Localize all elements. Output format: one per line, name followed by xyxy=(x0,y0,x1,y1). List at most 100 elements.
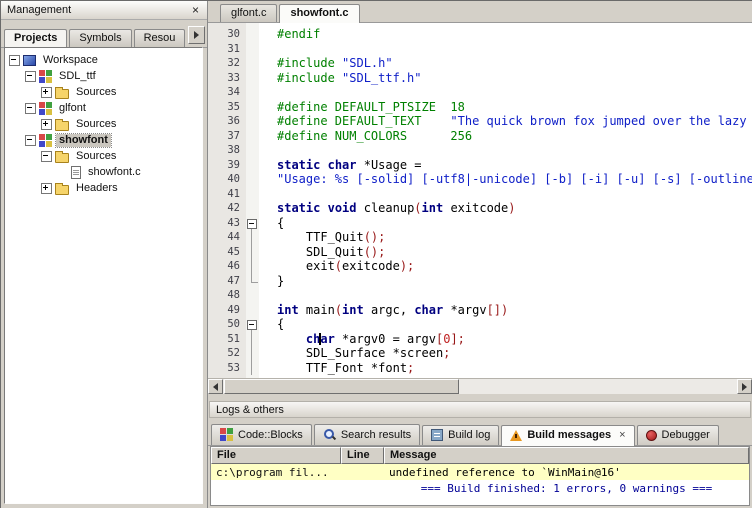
fold-margin xyxy=(246,143,259,158)
tree-item-headers[interactable]: Headers xyxy=(5,180,202,196)
tab-scroll-right-button[interactable] xyxy=(188,26,205,44)
fold-margin xyxy=(246,27,259,42)
management-tab-projects[interactable]: Projects xyxy=(4,29,68,47)
arrow-left-icon xyxy=(209,382,218,391)
fold-collapse-icon[interactable] xyxy=(246,317,259,332)
line-number: 44 xyxy=(227,231,240,243)
tree-item-glfont[interactable]: glfont xyxy=(5,100,202,116)
code-line-48[interactable]: 48 xyxy=(208,288,752,303)
editor-tab-glfont-c[interactable]: glfont.c xyxy=(220,4,278,22)
column-header-file[interactable]: File xyxy=(211,447,341,464)
management-titlebar[interactable]: Management × xyxy=(1,1,207,20)
tree-item-label[interactable]: glfont xyxy=(56,102,89,115)
code-line-42[interactable]: 42 static void cleanup(int exitcode) xyxy=(208,201,752,216)
code-line-36[interactable]: 36 #define DEFAULT_TEXT "The quick brown … xyxy=(208,114,752,129)
column-header-line[interactable]: Line xyxy=(341,447,384,464)
scroll-left-button[interactable] xyxy=(208,379,223,394)
code-line-33[interactable]: 33 #include "SDL_ttf.h" xyxy=(208,71,752,86)
code-line-31[interactable]: 31 xyxy=(208,42,752,57)
code-line-40[interactable]: 40 "Usage: %s [-solid] [-utf8|-unicode] [… xyxy=(208,172,752,187)
fold-margin xyxy=(246,172,259,187)
code-line-43[interactable]: 43 { xyxy=(208,215,752,230)
line-number: 37 xyxy=(227,129,240,142)
fold-collapse-icon[interactable] xyxy=(246,216,259,230)
code-text: #define DEFAULT_TEXT "The quick brown fo… xyxy=(277,114,752,128)
tree-item-label[interactable]: Workspace xyxy=(40,54,101,67)
horizontal-scrollbar[interactable] xyxy=(208,378,752,394)
expand-icon[interactable] xyxy=(41,118,52,130)
logs-tab-code-blocks[interactable]: Code::Blocks xyxy=(211,424,312,445)
tree-item-label[interactable]: Sources xyxy=(73,118,119,131)
tree-item-label[interactable]: Sources xyxy=(73,150,119,163)
project-icon xyxy=(39,133,52,147)
tree-item-sdl-ttf[interactable]: SDL_ttf xyxy=(5,68,202,84)
code-line-50[interactable]: 50 { xyxy=(208,317,752,332)
code-text: { xyxy=(277,215,285,230)
logs-tab-debugger[interactable]: Debugger xyxy=(636,425,719,445)
management-tab-symbols[interactable]: Symbols xyxy=(69,29,132,47)
code-line-53[interactable]: 53 TTF_Font *font; xyxy=(208,360,752,375)
line-number: 48 xyxy=(227,289,240,301)
code-line-34[interactable]: 34 xyxy=(208,85,752,100)
code-line-41[interactable]: 41 xyxy=(208,187,752,202)
collapse-icon[interactable] xyxy=(41,150,52,162)
editor-tab-showfont-c[interactable]: showfont.c xyxy=(279,4,360,23)
code-line-38[interactable]: 38 xyxy=(208,143,752,158)
scroll-right-button[interactable] xyxy=(737,379,752,394)
code-line-45[interactable]: 45 SDL_Quit(); xyxy=(208,244,752,259)
line-number: 34 xyxy=(227,86,240,98)
codeblocks-icon xyxy=(220,428,233,441)
close-tab-icon[interactable]: × xyxy=(619,429,625,441)
code-text: TTF_Font *font; xyxy=(277,360,415,375)
code-line-35[interactable]: 35 #define DEFAULT_PTSIZE 18 xyxy=(208,100,752,115)
collapse-icon[interactable] xyxy=(9,54,20,66)
code-editor[interactable]: 30 #endif 31 32 #include "SDL.h" 33 #include "… xyxy=(208,23,752,379)
logs-tab-build-log[interactable]: Build log xyxy=(422,425,500,445)
expand-icon[interactable] xyxy=(41,182,52,194)
line-number: 32 xyxy=(227,57,240,69)
close-icon[interactable]: × xyxy=(188,3,203,17)
tree-item-sources[interactable]: Sources xyxy=(5,148,202,164)
tree-item-label[interactable]: showfont xyxy=(55,132,112,148)
logs-tab-build-messages[interactable]: Build messages × xyxy=(501,425,635,446)
line-number: 46 xyxy=(227,260,240,272)
collapse-icon[interactable] xyxy=(25,134,36,146)
tree-item-showfont-c[interactable]: showfont.c xyxy=(5,164,202,180)
expand-icon[interactable] xyxy=(41,86,52,98)
fold-margin xyxy=(246,230,259,245)
code-line-37[interactable]: 37 #define NUM_COLORS 256 xyxy=(208,129,752,144)
code-line-47[interactable]: 47} xyxy=(208,273,752,289)
fold-margin xyxy=(246,158,259,173)
fold-margin xyxy=(246,331,259,346)
folder-icon xyxy=(55,118,69,131)
code-line-49[interactable]: 49 int main(int argc, char *argv[]) xyxy=(208,303,752,318)
tree-item-label[interactable]: Sources xyxy=(73,86,119,99)
scrollbar-thumb[interactable] xyxy=(224,379,459,394)
management-tab-resou[interactable]: Resou xyxy=(133,29,186,47)
tree-item-label[interactable]: showfont.c xyxy=(85,166,144,179)
tree-item-showfont[interactable]: showfont xyxy=(5,132,202,148)
code-line-44[interactable]: 44 TTF_Quit(); xyxy=(208,230,752,245)
code-line-52[interactable]: 52 SDL_Surface *screen; xyxy=(208,346,752,361)
code-text: exit(exitcode); xyxy=(277,259,415,273)
tree-item-label[interactable]: SDL_ttf xyxy=(56,70,99,83)
code-line-51[interactable]: 51 char *argv0 = argv[0]; xyxy=(208,331,752,346)
column-header-message[interactable]: Message xyxy=(384,447,749,464)
code-line-46[interactable]: 46 exit(exitcode); xyxy=(208,259,752,274)
logs-tab-search-results[interactable]: Search results xyxy=(313,424,421,445)
arrow-right-icon xyxy=(742,382,751,391)
build-message-row[interactable]: === Build finished: 1 errors, 0 warnings… xyxy=(211,480,749,496)
logs-titlebar[interactable]: Logs & others xyxy=(209,401,751,418)
code-line-30[interactable]: 30 #endif xyxy=(208,27,752,42)
build-message-row[interactable]: c:\program fil... undefined reference to … xyxy=(211,464,749,480)
logs-panel: Logs & others Code::Blocks Search results… xyxy=(208,400,752,508)
tree-item-workspace[interactable]: Workspace xyxy=(5,52,202,68)
code-line-32[interactable]: 32 #include "SDL.h" xyxy=(208,56,752,71)
tree-item-sources[interactable]: Sources xyxy=(5,116,202,132)
tree-item-label[interactable]: Headers xyxy=(73,182,121,195)
collapse-icon[interactable] xyxy=(25,102,36,114)
collapse-icon[interactable] xyxy=(25,70,36,82)
code-line-39[interactable]: 39 static char *Usage = xyxy=(208,158,752,173)
tree-item-sources[interactable]: Sources xyxy=(5,84,202,100)
